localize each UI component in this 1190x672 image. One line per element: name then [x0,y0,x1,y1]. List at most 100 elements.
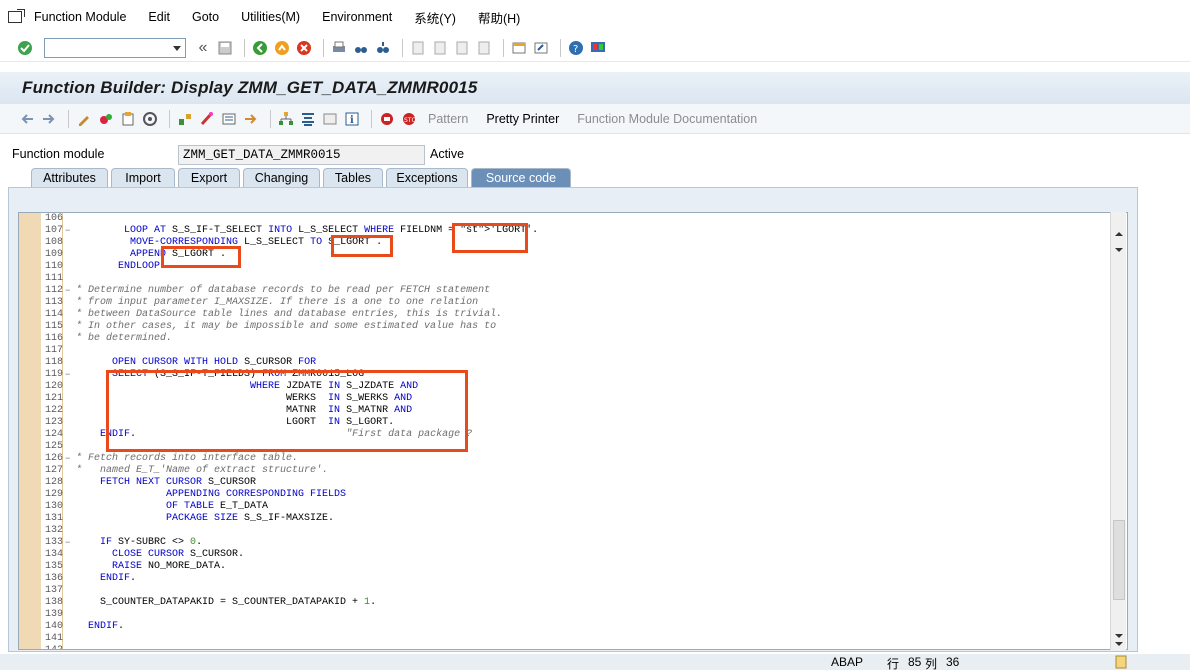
pattern-button[interactable]: Pattern [428,112,468,126]
new-session-icon[interactable] [510,39,528,57]
fold-icon[interactable]: − [65,369,70,381]
navigation-window-icon[interactable] [242,110,260,128]
save-icon[interactable] [216,39,234,57]
code-line[interactable]: 126− * Fetch records into interface table… [19,453,1109,465]
code-line[interactable]: 136 ENDIF. [19,573,1109,585]
scroll-down-icon[interactable] [1114,632,1124,648]
tab-export[interactable]: Export [178,168,240,188]
code-line[interactable]: 115 * In other cases, it may be impossibl… [19,321,1109,333]
fm-documentation-button[interactable]: Function Module Documentation [577,112,757,126]
code-line[interactable]: 138 S_COUNTER_DATAPAKID = S_COUNTER_DATA… [19,597,1109,609]
code-line[interactable]: 141 [19,633,1109,645]
align-icon[interactable] [299,110,317,128]
code-text: PACKAGE SIZE S_S_IF-MAXSIZE. [166,513,335,524]
code-line[interactable]: 111 [19,273,1109,285]
test-icon[interactable] [220,110,238,128]
menu-edit[interactable]: Edit [148,10,170,24]
fold-icon[interactable]: − [65,285,70,297]
double-chevron-left-icon[interactable]: « [194,39,212,57]
code-line[interactable]: 114 * between DataSource table lines and … [19,309,1109,321]
chevron-down-icon[interactable] [173,45,181,51]
back-arrow-icon[interactable] [18,110,36,128]
code-line[interactable]: 112− * Determine number of database recor… [19,285,1109,297]
code-line[interactable]: 128 FETCH NEXT CURSOR S_CURSOR [19,477,1109,489]
code-line[interactable]: 132 [19,525,1109,537]
separator [560,38,561,57]
forward-arrow-icon[interactable] [40,110,58,128]
code-line[interactable]: 129 APPENDING CORRESPONDING FIELDS [19,489,1109,501]
help-icon[interactable]: ? [567,39,585,57]
code-line[interactable]: 117 [19,345,1109,357]
window-menu-icon[interactable] [8,9,25,23]
display-change-icon[interactable] [75,110,93,128]
check-icon[interactable] [141,110,159,128]
code-line[interactable]: 137 [19,585,1109,597]
document-icon[interactable] [1114,655,1128,669]
menu-goto[interactable]: Goto [192,10,219,24]
code-line[interactable]: 116 * be determined. [19,333,1109,345]
fold-icon[interactable]: − [65,453,70,465]
enter-check-icon[interactable] [16,39,34,57]
code-line[interactable]: 118 OPEN CURSOR WITH HOLD S_CURSOR FOR [19,357,1109,369]
code-line[interactable]: 130 OF TABLE E_T_DATA [19,501,1109,513]
menu-utilities[interactable]: Utilities(M) [241,10,300,24]
scroll-up-icon[interactable] [1114,230,1124,254]
back-icon[interactable] [251,39,269,57]
tab-import[interactable]: Import [111,168,175,188]
cancel-icon[interactable] [295,39,313,57]
menu-help[interactable]: 帮助(H) [478,8,520,27]
code-line[interactable]: 139 [19,609,1109,621]
code-line[interactable]: 133− IF SY-SUBRC <> 0. [19,537,1109,549]
status-bar: ABAP 行 85 列 36 [0,654,1190,671]
tab-changing[interactable]: Changing [243,168,320,188]
next-page-icon[interactable] [453,39,471,57]
info-icon[interactable]: i [343,110,361,128]
code-line[interactable]: 127 * named E_T_'Name of extract structur… [19,465,1109,477]
hierarchy-icon[interactable] [277,110,295,128]
fold-icon[interactable]: − [65,225,70,237]
activate-icon[interactable] [198,110,216,128]
code-text: * from input parameter I_MAXSIZE. If the… [76,297,479,308]
fold-icon[interactable]: − [65,537,70,549]
line-number: 115 [44,321,63,332]
function-module-field[interactable]: ZMM_GET_DATA_ZMMR0015 [178,145,425,165]
menu-function-module[interactable]: Function Module [34,10,126,24]
pretty-printer-button[interactable]: Pretty Printer [486,112,559,126]
breakpoint-icon[interactable] [378,110,396,128]
code-line[interactable]: 107− LOOP AT S_S_IF-T_SELECT INTO L_S_SE… [19,225,1109,237]
find-next-icon[interactable] [374,39,392,57]
code-line[interactable]: 134 CLOSE CURSOR S_CURSOR. [19,549,1109,561]
code-text: FETCH NEXT CURSOR S_CURSOR [100,477,257,488]
display-object-list-icon[interactable] [321,110,339,128]
last-page-icon[interactable] [475,39,493,57]
print-icon[interactable] [330,39,348,57]
first-page-icon[interactable] [409,39,427,57]
code-line[interactable]: 135 RAISE NO_MORE_DATA. [19,561,1109,573]
code-text: IF SY-SUBRC <> 0. [100,537,203,548]
tab-attributes[interactable]: Attributes [31,168,108,188]
exit-icon[interactable] [273,39,291,57]
command-field[interactable] [44,37,186,58]
tab-exceptions[interactable]: Exceptions [386,168,468,188]
tab-source-code[interactable]: Source code [471,168,571,188]
find-icon[interactable] [352,39,370,57]
tab-strip: Attributes Import Export Changing Tables… [0,168,1190,188]
previous-page-icon[interactable] [431,39,449,57]
menu-system[interactable]: 系统(Y) [414,8,456,27]
code-line[interactable]: 142 [19,645,1109,649]
tab-tables[interactable]: Tables [323,168,383,188]
other-object-icon[interactable] [119,110,137,128]
active-inactive-icon[interactable] [97,110,115,128]
code-line[interactable]: 131 PACKAGE SIZE S_S_IF-MAXSIZE. [19,513,1109,525]
code-line[interactable]: 140 ENDIF. [19,621,1109,633]
where-used-list-icon[interactable] [176,110,194,128]
external-breakpoint-icon[interactable]: STOP [400,110,418,128]
shortcut-icon[interactable] [532,39,550,57]
vertical-scrollbar[interactable] [1110,212,1126,650]
code-line[interactable]: 113 * from input parameter I_MAXSIZE. If … [19,297,1109,309]
code-line[interactable]: 106 [19,213,1109,225]
scrollbar-thumb[interactable] [1113,520,1125,600]
customize-layout-icon[interactable] [589,39,607,57]
menu-environment[interactable]: Environment [322,10,392,24]
abap-code-editor[interactable]: 106 107− LOOP AT S_S_IF-T_SELECT INTO L_S… [18,212,1128,650]
